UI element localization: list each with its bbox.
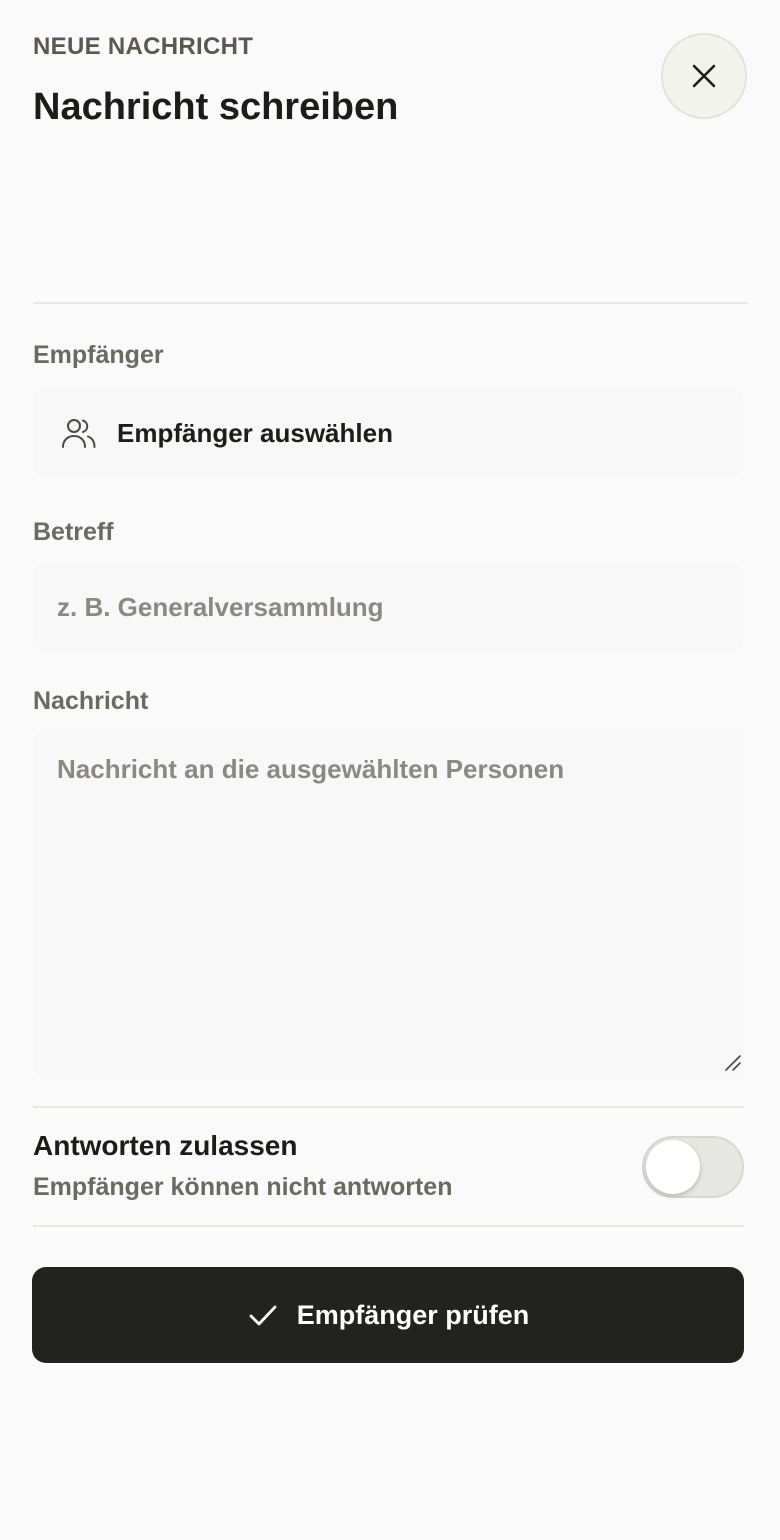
allow-replies-title: Antworten zulassen bbox=[33, 1130, 298, 1161]
recipients-label: Empfänger bbox=[33, 341, 164, 369]
check-icon bbox=[247, 1299, 279, 1331]
page-title: Nachricht schreiben bbox=[33, 86, 399, 128]
compose-message-screen: NEUE NACHRICHT Nachricht schreiben Empfä… bbox=[0, 0, 780, 1540]
header-divider bbox=[33, 302, 748, 304]
message-textarea[interactable] bbox=[33, 728, 744, 1080]
reply-bottom-divider bbox=[33, 1225, 744, 1227]
check-recipients-label: Empfänger prüfen bbox=[296, 1299, 530, 1330]
allow-replies-subtitle: Empfänger können nicht antworten bbox=[33, 1173, 453, 1201]
close-button[interactable] bbox=[661, 33, 747, 119]
select-recipients-label: Empfänger auswählen bbox=[117, 417, 393, 448]
toggle-knob bbox=[646, 1140, 700, 1194]
reply-top-divider bbox=[33, 1106, 744, 1108]
resize-handle-icon[interactable] bbox=[724, 1054, 742, 1072]
close-icon bbox=[690, 62, 718, 90]
subject-input[interactable] bbox=[33, 562, 744, 652]
message-label: Nachricht bbox=[33, 687, 149, 715]
eyebrow-label: NEUE NACHRICHT bbox=[33, 33, 254, 60]
subject-label: Betreff bbox=[33, 518, 114, 546]
allow-replies-toggle[interactable] bbox=[642, 1136, 744, 1198]
subject-field-container bbox=[33, 562, 744, 652]
check-recipients-button[interactable]: Empfänger prüfen bbox=[32, 1267, 744, 1363]
message-field-container bbox=[33, 728, 744, 1080]
people-icon bbox=[61, 415, 97, 451]
select-recipients-button[interactable]: Empfänger auswählen bbox=[33, 388, 744, 478]
